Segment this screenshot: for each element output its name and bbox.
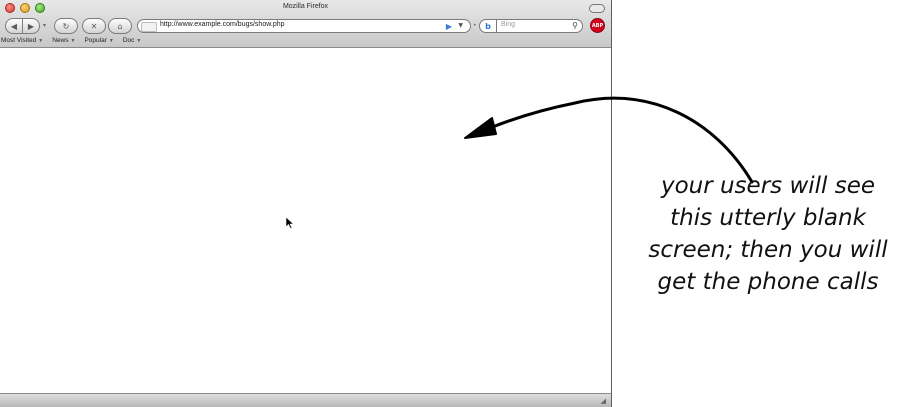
adblock-label: ABP	[591, 22, 604, 29]
bookmark-doc[interactable]: Doc ▼	[123, 37, 142, 47]
url-dropdown-icon[interactable]: ▼	[458, 22, 463, 29]
history-dropdown-icon[interactable]: ▾	[43, 22, 46, 29]
status-bar: ◢	[0, 393, 611, 407]
url-text[interactable]: http://www.example.com/bugs/show.php	[160, 21, 285, 28]
mouse-pointer-icon	[285, 217, 295, 229]
annotation-line: screen; then you will	[648, 237, 888, 263]
separator-dot-icon: •	[473, 22, 477, 29]
bookmark-popular[interactable]: Popular ▼	[84, 37, 113, 47]
resize-grip-icon[interactable]: ◢	[601, 397, 606, 405]
magnifier-icon[interactable]: ⚲	[572, 21, 578, 30]
bookmark-label: Doc	[122, 37, 135, 44]
annotation-line: get the phone calls	[657, 269, 879, 295]
forward-arrow-icon: ▶	[27, 21, 35, 31]
chevron-down-icon: ▼	[38, 38, 44, 44]
bookmarks-toolbar: Most Visited ▼ News ▼ Popular ▼ Doc ▼	[0, 37, 141, 47]
reload-icon: ↻	[62, 21, 70, 31]
chevron-down-icon: ▼	[136, 38, 142, 44]
forward-button[interactable]: ▶	[22, 18, 40, 34]
go-arrow-icon[interactable]: ▶	[446, 22, 452, 31]
stop-icon: ✕	[90, 21, 98, 31]
back-arrow-icon: ◀	[10, 21, 18, 31]
bookmark-label: News	[52, 37, 69, 44]
page-content-area[interactable]	[0, 48, 611, 394]
bookmark-most-visited[interactable]: Most Visited ▼	[1, 37, 43, 47]
site-identity-icon[interactable]	[141, 22, 157, 32]
adblock-button[interactable]: ABP	[590, 18, 605, 33]
home-icon: ⌂	[117, 21, 123, 31]
annotation-line: this utterly blank	[670, 205, 866, 231]
reload-button[interactable]: ↻	[54, 18, 78, 34]
annotation-line: your users will see	[660, 173, 876, 199]
annotation-text: your users will see this utterly blank s…	[636, 170, 900, 298]
home-button[interactable]: ⌂	[108, 18, 132, 34]
bookmark-news[interactable]: News ▼	[52, 37, 75, 47]
search-placeholder: Bing	[501, 21, 516, 28]
chevron-down-icon: ▼	[70, 38, 76, 44]
bookmark-label: Popular	[84, 37, 107, 44]
bing-logo-icon[interactable]: b	[479, 19, 497, 33]
address-bar[interactable]: http://www.example.com/bugs/show.php ▶ ▼	[137, 19, 471, 33]
back-button[interactable]: ◀	[5, 18, 23, 34]
window-title: Mozilla Firefox	[282, 3, 329, 10]
browser-window: Mozilla Firefox ◀ ▶ ▾ ↻ ✕ ⌂ http://www.e…	[0, 0, 612, 407]
stop-button[interactable]: ✕	[82, 18, 106, 34]
bookmark-label: Most Visited	[1, 37, 37, 44]
search-input[interactable]: Bing ⚲	[497, 19, 583, 33]
chevron-down-icon: ▼	[108, 38, 114, 44]
toolbar-toggle-button[interactable]	[589, 4, 605, 13]
title-bar: Mozilla Firefox ◀ ▶ ▾ ↻ ✕ ⌂ http://www.e…	[0, 0, 611, 48]
